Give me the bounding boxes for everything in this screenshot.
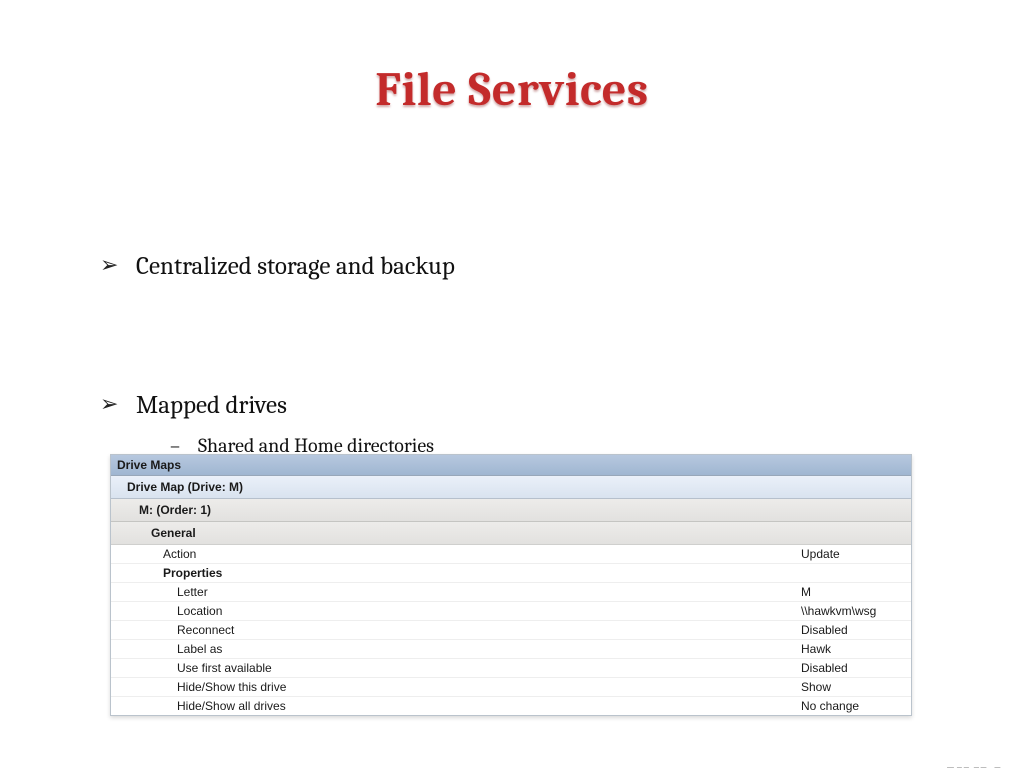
property-row: Label asHawk [111,640,911,659]
property-list: ActionUpdatePropertiesLetterMLocation\\h… [111,545,911,715]
property-key: Hide/Show all drives [111,699,801,713]
property-value: Disabled [801,661,911,675]
property-key: Properties [111,566,801,580]
bullet-item-1: ➢ Centralized storage and backup [100,252,920,281]
unm-it-logo: UNM IT [916,762,1002,768]
logo-top-row: UNM [916,762,1002,768]
bullet-text: Mapped drives [136,391,287,420]
property-value: \\hawkvm\wsg [801,604,911,618]
logo-unm-text: UNM [946,762,1002,768]
property-value [801,566,911,580]
property-key: Letter [111,585,801,599]
property-key: Label as [111,642,801,656]
panel-header: Drive Maps [111,455,911,476]
property-key: Use first available [111,661,801,675]
property-row: Location\\hawkvm\wsg [111,602,911,621]
chevron-right-icon: ➢ [100,252,136,278]
property-key: Reconnect [111,623,801,637]
property-value: No change [801,699,911,713]
slide-title: File Services [0,62,1024,117]
property-value: Update [801,547,911,561]
bullet-text: Centralized storage and backup [136,252,455,281]
property-row: ActionUpdate [111,545,911,564]
property-key: Action [111,547,801,561]
property-value: Disabled [801,623,911,637]
property-row: Use first availableDisabled [111,659,911,678]
property-row: Hide/Show all drivesNo change [111,697,911,715]
panel-subheader-drive: Drive Map (Drive: M) [111,476,911,499]
property-value: Show [801,680,911,694]
property-row: ReconnectDisabled [111,621,911,640]
chevron-right-icon: ➢ [100,391,136,417]
slide-root: File Services ➢ Centralized storage and … [0,62,1024,768]
drive-maps-panel: Drive Maps Drive Map (Drive: M) M: (Orde… [110,454,912,716]
bullet-item-2: ➢ Mapped drives [100,391,920,420]
property-row: Properties [111,564,911,583]
panel-section-general: General [111,522,911,545]
panel-subheader-order: M: (Order: 1) [111,499,911,522]
property-key: Hide/Show this drive [111,680,801,694]
bullet-list: ➢ Centralized storage and backup ➢ Mappe… [100,252,920,457]
property-key: Location [111,604,801,618]
property-value: M [801,585,911,599]
property-value: Hawk [801,642,911,656]
property-row: Hide/Show this driveShow [111,678,911,697]
property-row: LetterM [111,583,911,602]
